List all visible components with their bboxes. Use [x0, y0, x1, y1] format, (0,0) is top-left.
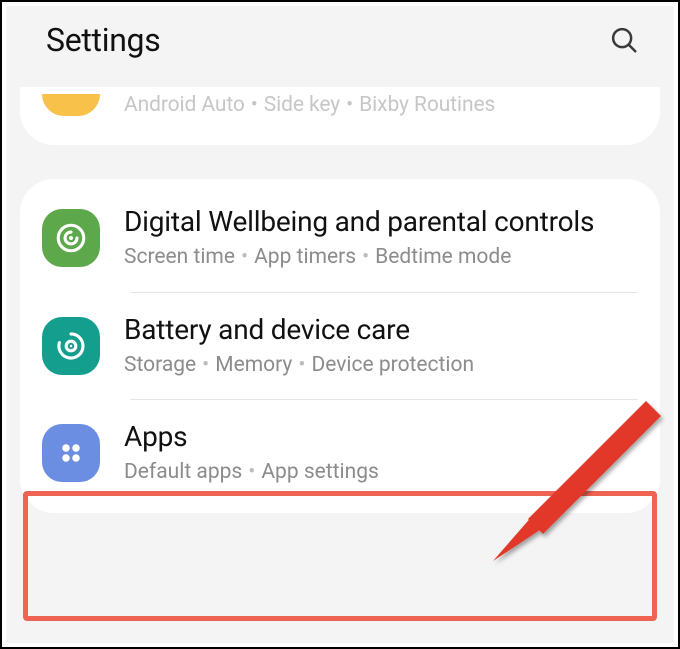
settings-card-group: Digital Wellbeing and parental controls … — [20, 179, 660, 513]
page-title: Settings — [46, 21, 160, 59]
battery-icon — [42, 317, 100, 375]
row-subtitle-cut: Android Auto•Side key•Bixby Routines — [124, 93, 638, 117]
search-button[interactable] — [606, 22, 642, 58]
wellbeing-icon — [42, 209, 100, 267]
settings-card-prev: Android Auto•Side key•Bixby Routines — [20, 87, 660, 145]
row-title: Digital Wellbeing and parental controls — [124, 205, 638, 239]
row-subtitle: Storage•Memory•Device protection — [124, 351, 638, 379]
settings-row-wellbeing[interactable]: Digital Wellbeing and parental controls … — [20, 185, 660, 292]
search-icon — [609, 25, 639, 55]
row-subtitle: Default apps•App settings — [124, 458, 638, 486]
row-title: Battery and device care — [124, 313, 638, 347]
settings-header: Settings — [6, 6, 674, 75]
row-title: Apps — [124, 420, 638, 454]
apps-icon — [42, 424, 100, 482]
advanced-icon-partial — [42, 94, 100, 116]
settings-row-apps[interactable]: Apps Default apps•App settings — [20, 400, 660, 507]
settings-row-battery[interactable]: Battery and device care Storage•Memory•D… — [20, 293, 660, 400]
settings-row-advanced[interactable]: Android Auto•Side key•Bixby Routines — [20, 87, 660, 117]
row-subtitle: Screen time•App timers•Bedtime mode — [124, 243, 638, 271]
